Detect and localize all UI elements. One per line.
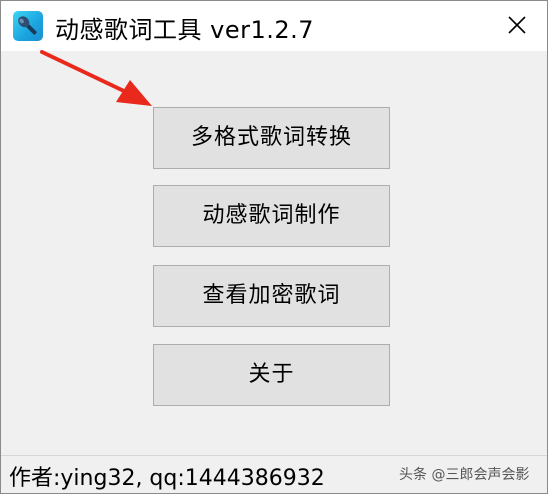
status-bar: 作者:ying32, qq:1444386932 头条 @三郎会声会影	[1, 455, 547, 493]
multi-format-lyrics-convert-button[interactable]: 多格式歌词转换	[153, 107, 390, 169]
dynamic-lyrics-make-button[interactable]: 动感歌词制作	[153, 185, 390, 247]
close-button[interactable]	[497, 5, 537, 45]
annotation-arrow-icon	[40, 50, 152, 106]
close-icon	[508, 16, 526, 34]
view-encrypted-lyrics-button[interactable]: 查看加密歌词	[153, 265, 390, 327]
author-info: 作者:ying32, qq:1444386932	[9, 466, 325, 491]
microphone-icon	[13, 11, 43, 41]
window-title: 动感歌词工具 ver1.2.7	[55, 16, 315, 44]
watermark-text: 头条 @三郎会声会影	[399, 467, 530, 483]
about-button[interactable]: 关于	[153, 344, 390, 406]
